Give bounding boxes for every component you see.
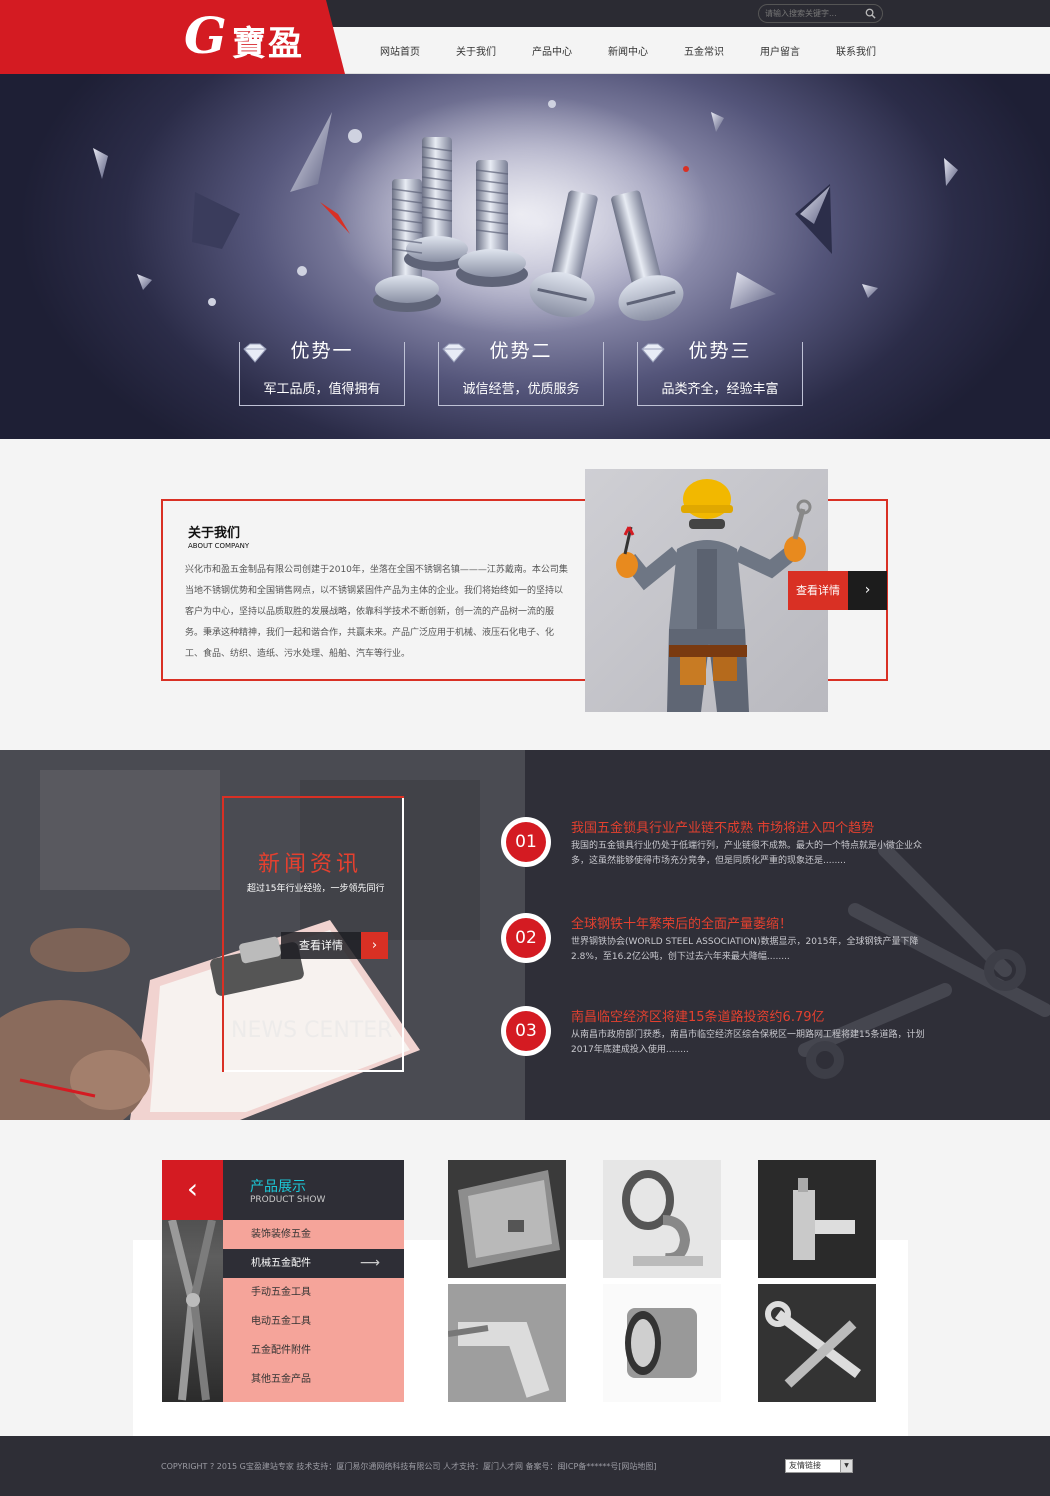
category-item[interactable]: 装饰装修五金	[223, 1220, 404, 1249]
advantage-subtitle: 军工品质，值得拥有	[263, 382, 381, 397]
chevron-right-icon: ›	[361, 932, 388, 959]
products-section: ‹ 产品展示 PRODUCT SHOW 装饰装修五金 机械五金配件 ⟶ 手动五金…	[0, 1120, 1050, 1436]
products-subtitle: PRODUCT SHOW	[250, 1195, 326, 1205]
advantage-title: 优势一	[290, 340, 354, 362]
about-more-button[interactable]: 查看详情 ›	[788, 571, 887, 610]
product-tile-wrenches[interactable]	[758, 1284, 876, 1402]
news-subtitle: 超过15年行业经验，一步领先同行	[247, 884, 385, 894]
nav-products[interactable]: 产品中心	[514, 43, 590, 58]
product-category-list: 装饰装修五金 机械五金配件 ⟶ 手动五金工具 电动五金工具 五金配件附件 其他五…	[223, 1220, 404, 1402]
news-item-title[interactable]: 南昌临空经济区将建15条道路投资约6.79亿	[571, 1006, 825, 1025]
advantage-2: 优势二 诚信经营，优质服务	[438, 340, 604, 406]
logo-name: 寶盈	[232, 24, 304, 64]
products-title: 产品展示	[250, 1179, 306, 1195]
main-nav: 网站首页 关于我们 产品中心 新闻中心 五金常识 用户留言 联系我们	[362, 27, 894, 74]
category-item[interactable]: 五金配件附件	[223, 1336, 404, 1365]
category-item[interactable]: 其他五金产品	[223, 1365, 404, 1394]
chevron-right-icon: ›	[848, 571, 887, 610]
advantage-3: 优势三 品类齐全，经验丰富	[637, 340, 803, 406]
friend-links-select[interactable]: 友情链接 ▼	[785, 1459, 853, 1473]
news-number-badge: 03	[501, 1006, 551, 1056]
category-label: 机械五金配件	[251, 1258, 311, 1269]
products-header: 产品展示 PRODUCT SHOW	[223, 1160, 404, 1220]
news-number: 03	[506, 1011, 546, 1051]
product-tile-hook[interactable]	[603, 1160, 721, 1278]
friend-links-label: 友情链接	[789, 1461, 821, 1470]
news-number-badge: 01	[501, 817, 551, 867]
search-input[interactable]	[765, 7, 861, 20]
product-tile-bracket[interactable]	[448, 1284, 566, 1402]
about-title: 关于我们	[188, 526, 241, 541]
news-watermark: NEWS CENTER	[231, 1018, 393, 1043]
footer: COPYRIGHT ? 2015 G宝盈建站专家 技术支持：厦门易尔通网络科技有…	[0, 1436, 1050, 1496]
search-icon[interactable]	[865, 8, 876, 19]
news-item-title[interactable]: 我国五金锁具行业产业链不成熟 市场将进入四个趋势	[571, 817, 874, 836]
category-item-active[interactable]: 机械五金配件 ⟶	[223, 1249, 404, 1278]
nav-messages[interactable]: 用户留言	[742, 43, 818, 58]
product-tile-sink[interactable]	[448, 1160, 566, 1278]
nav-news[interactable]: 新闻中心	[590, 43, 666, 58]
hero-banner: 优势一 军工品质，值得拥有 优势二 诚信经营，优质服务 优势三 品类齐全，经验丰…	[0, 74, 1050, 439]
news-item-title[interactable]: 全球钢铁十年繁荣后的全面产量萎缩！	[571, 913, 792, 932]
about-text: 兴化市和盈五金制品有限公司创建于2010年，坐落在全国不锈钢名镇———江苏戴南。…	[185, 565, 568, 659]
category-item[interactable]: 电动五金工具	[223, 1307, 404, 1336]
search-box	[758, 4, 883, 23]
news-section: 新闻资讯 超过15年行业经验，一步领先同行 查看详情 › NEWS CENTER…	[0, 750, 1050, 1120]
news-number: 02	[506, 918, 546, 958]
about-section: 关于我们 ABOUT COMPANY 兴化市和盈五金制品有限公司创建于2010年…	[0, 439, 1050, 750]
arrow-right-icon: ⟶	[359, 1255, 380, 1271]
news-more-label: 查看详情	[281, 932, 361, 959]
dropdown-arrow-icon: ▼	[840, 1460, 852, 1472]
copyright-text: COPYRIGHT ? 2015 G宝盈建站专家 技术支持：厦门易尔通网络科技有…	[161, 1462, 657, 1471]
nav-knowledge[interactable]: 五金常识	[666, 43, 742, 58]
about-more-label: 查看详情	[788, 571, 848, 610]
advantage-title: 优势三	[688, 340, 752, 362]
advantage-subtitle: 品类齐全，经验丰富	[661, 382, 779, 397]
chevron-left-icon[interactable]: ‹	[162, 1160, 223, 1220]
news-item-desc: 世界钢铁协会(WORLD STEEL ASSOCIATION)数据显示，2015…	[571, 937, 919, 962]
nav-about[interactable]: 关于我们	[438, 43, 514, 58]
nav-home[interactable]: 网站首页	[362, 43, 438, 58]
news-number-badge: 02	[501, 913, 551, 963]
advantage-title: 优势二	[489, 340, 553, 362]
nav-contact[interactable]: 联系我们	[818, 43, 894, 58]
advantage-subtitle: 诚信经营，优质服务	[462, 382, 580, 397]
category-item[interactable]: 手动五金工具	[223, 1278, 404, 1307]
about-subtitle: ABOUT COMPANY	[188, 542, 250, 550]
news-title: 新闻资讯	[258, 852, 363, 877]
news-more-button[interactable]: 查看详情 ›	[281, 932, 388, 959]
news-item-desc: 我国的五金锁具行业仍处于低端行列，产业链很不成熟。最大的一个特点就是小微企业众多…	[571, 841, 923, 866]
logo-letter: G	[184, 6, 227, 65]
advantage-1: 优势一 军工品质，值得拥有	[239, 340, 405, 406]
product-tile-bearing[interactable]	[603, 1284, 721, 1402]
news-item-desc: 从南昌市政府部门获悉，南昌市临空经济区综合保税区一期路网工程将建15条道路，计划…	[571, 1030, 925, 1055]
product-tile-faucet[interactable]	[758, 1160, 876, 1278]
logo[interactable]: G 寶盈	[0, 0, 345, 74]
news-number: 01	[506, 822, 546, 862]
